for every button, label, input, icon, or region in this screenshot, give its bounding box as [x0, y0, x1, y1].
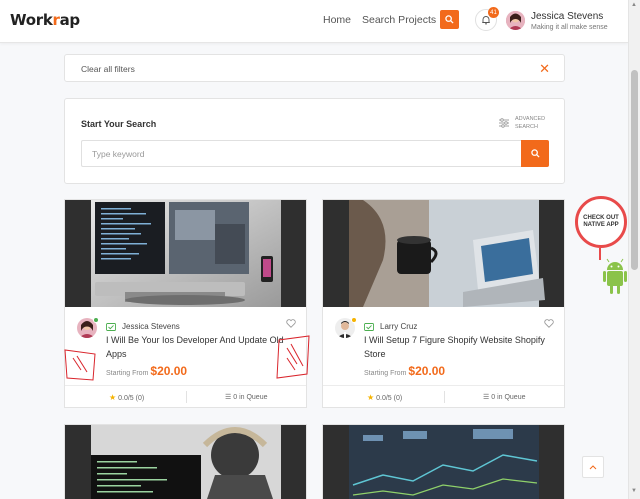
scroll-to-top-button[interactable]: [582, 456, 604, 478]
price-value: $20.00: [408, 364, 446, 378]
footer-divider: [186, 391, 187, 403]
service-card[interactable]: [64, 424, 307, 499]
seller-name[interactable]: Jessica Stevens: [122, 322, 180, 331]
queue-list-icon: ☰: [483, 394, 490, 401]
search-icon: [445, 15, 454, 24]
chevron-up-icon: [589, 465, 597, 470]
away-status-dot: [351, 317, 357, 323]
rating-info: ★ 0.0/5 (0): [367, 393, 403, 402]
user-avatar[interactable]: [506, 11, 525, 30]
annotation-scribble: [64, 349, 96, 381]
annotation-scribble: [276, 335, 310, 379]
sliders-icon: [499, 118, 509, 128]
page-scrollbar[interactable]: ▲ ▼: [628, 0, 640, 499]
clear-filters-label: Clear all filters: [81, 64, 135, 74]
service-title[interactable]: I Will Setup 7 Figure Shopify Website Sh…: [364, 333, 554, 361]
price-info: Starting From $20.00: [106, 364, 188, 378]
verified-badge-icon: [106, 322, 116, 331]
keyword-search-input[interactable]: [81, 140, 522, 167]
header-search-button[interactable]: [440, 10, 459, 29]
service-image[interactable]: [323, 425, 564, 499]
nav-search-projects-link[interactable]: Search Projects: [362, 14, 436, 26]
service-card[interactable]: [322, 424, 565, 499]
card-footer: ★ 0.0/5 (0) ☰ 0 in Queue: [323, 385, 564, 407]
verified-badge-icon: [364, 322, 374, 331]
workreap-logo[interactable]: Workrap: [10, 11, 80, 29]
footer-divider: [444, 391, 445, 403]
seller-info[interactable]: Larry Cruz: [364, 322, 417, 331]
queue-info: ☰ 0 in Queue: [225, 394, 268, 401]
queue-info: ☰ 0 in Queue: [483, 394, 526, 401]
close-icon[interactable]: ✕: [539, 61, 550, 77]
heart-icon[interactable]: [286, 319, 296, 328]
price-value: $20.00: [150, 364, 188, 378]
service-card[interactable]: Larry Cruz I Will Setup 7 Figure Shopify…: [322, 199, 565, 408]
user-tagline: Making it all make sense: [531, 24, 608, 31]
search-icon: [530, 149, 540, 158]
service-image[interactable]: [65, 200, 306, 307]
scroll-thumb[interactable]: [631, 70, 638, 270]
top-header: Workrap Home Search Projects 41 Jessica …: [0, 0, 628, 43]
seller-name[interactable]: Larry Cruz: [380, 322, 417, 331]
service-title[interactable]: I Will Be Your Ios Developer And Update …: [106, 333, 296, 361]
queue-list-icon: ☰: [225, 394, 232, 401]
rating-info: ★ 0.0/5 (0): [109, 393, 145, 402]
native-app-badge[interactable]: CHECK OUT NATIVE APP: [575, 196, 627, 248]
user-name[interactable]: Jessica Stevens: [531, 11, 603, 22]
service-image[interactable]: [65, 425, 306, 499]
star-icon: ★: [109, 393, 117, 402]
online-status-dot: [93, 317, 99, 323]
card-footer: ★ 0.0/5 (0) ☰ 0 in Queue: [65, 385, 306, 407]
notification-count-badge: 41: [488, 7, 499, 18]
seller-info[interactable]: Jessica Stevens: [106, 322, 180, 331]
android-icon[interactable]: [602, 258, 628, 296]
advanced-search-toggle[interactable]: ADVANCED SEARCH: [498, 115, 545, 131]
service-card[interactable]: Jessica Stevens I Will Be Your Ios Devel…: [64, 199, 310, 408]
scroll-down-arrow-icon[interactable]: ▼: [631, 488, 637, 494]
star-icon: ★: [367, 393, 375, 402]
price-info: Starting From $20.00: [364, 364, 446, 378]
nav-home-link[interactable]: Home: [323, 14, 351, 26]
scroll-up-arrow-icon[interactable]: ▲: [631, 2, 637, 8]
search-title: Start Your Search: [81, 119, 157, 129]
search-panel: Start Your Search ADVANCED SEARCH: [64, 98, 565, 184]
clear-filters-bar[interactable]: Clear all filters ✕: [64, 54, 565, 82]
keyword-search-button[interactable]: [521, 140, 549, 167]
heart-icon[interactable]: [544, 319, 554, 328]
service-image[interactable]: [323, 200, 564, 307]
